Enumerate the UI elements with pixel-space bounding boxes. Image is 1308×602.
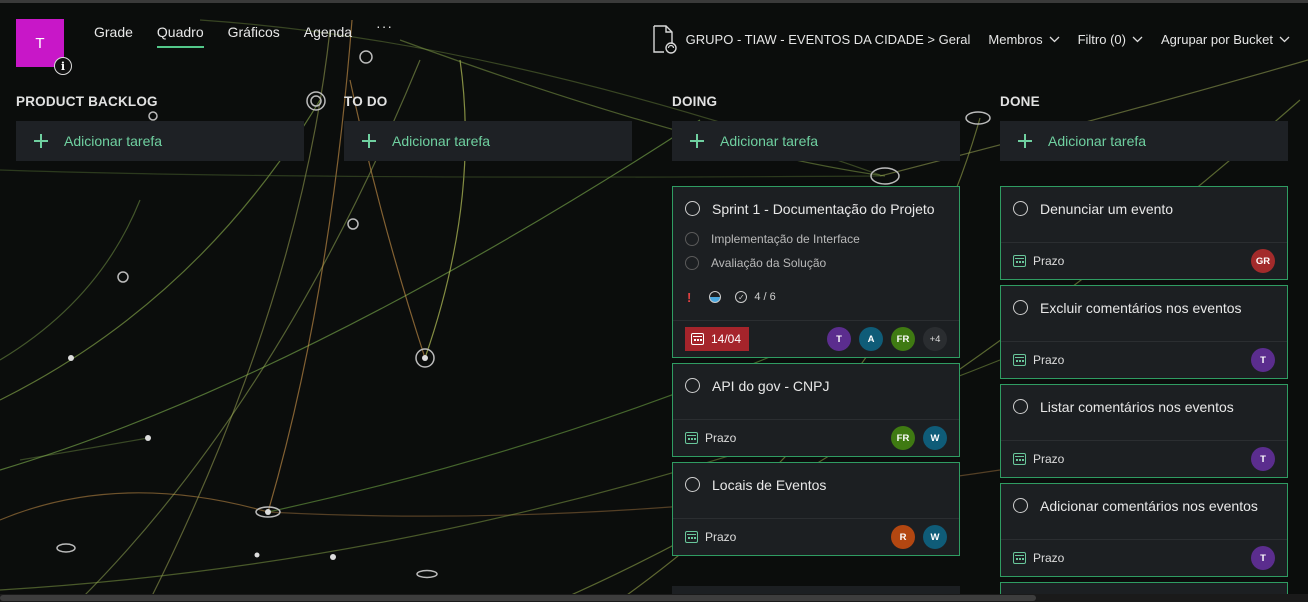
complete-task-checkbox[interactable] [685, 378, 700, 393]
complete-task-checkbox[interactable] [685, 201, 700, 216]
due-label[interactable]: Prazo [705, 431, 736, 445]
chevron-down-icon [1049, 36, 1060, 43]
plus-icon [690, 134, 704, 148]
add-task-button-done[interactable]: Adicionar tarefa [1000, 121, 1288, 161]
scrollbar-thumb[interactable] [0, 595, 1036, 601]
task-card[interactable]: Locais de Eventos Prazo R W [672, 462, 960, 556]
complete-task-checkbox[interactable] [685, 477, 700, 492]
filter-dropdown[interactable]: Filtro (0) [1078, 32, 1143, 47]
task-title: API do gov - CNPJ [712, 378, 830, 394]
task-title: Listar comentários nos eventos [1040, 399, 1234, 415]
bucket-title-doing[interactable]: DOING [672, 94, 717, 109]
task-card[interactable]: Excluir comentários nos eventos Prazo T [1000, 285, 1288, 379]
group-by-dropdown[interactable]: Agrupar por Bucket [1161, 32, 1290, 47]
task-title: Adicionar comentários nos eventos [1040, 498, 1258, 514]
checklist-item: Avaliação da Solução [711, 256, 827, 270]
plan-avatar-initial: T [35, 34, 45, 52]
chevron-down-icon [1279, 36, 1290, 43]
assignee-avatar[interactable]: T [827, 327, 851, 351]
due-label[interactable]: Prazo [705, 530, 736, 544]
tab-agenda[interactable]: Agenda [304, 24, 352, 48]
due-label[interactable]: Prazo [1033, 551, 1064, 565]
calendar-icon [1013, 354, 1026, 366]
calendar-icon [1013, 453, 1026, 465]
plus-icon [362, 134, 376, 148]
add-task-label: Adicionar tarefa [64, 133, 163, 149]
assignee-avatar[interactable]: FR [891, 426, 915, 450]
assignee-avatar[interactable]: T [1251, 447, 1275, 471]
assignee-avatar[interactable]: GR [1251, 249, 1275, 273]
task-title: Excluir comentários nos eventos [1040, 300, 1242, 316]
members-dropdown[interactable]: Membros [988, 31, 1060, 47]
add-task-label: Adicionar tarefa [720, 133, 819, 149]
group-document-icon [652, 25, 677, 54]
task-card[interactable]: Denunciar um evento Prazo GR [1000, 186, 1288, 280]
task-title: Locais de Eventos [712, 477, 827, 493]
checklist-item-checkbox[interactable] [685, 256, 699, 270]
checklist-item-checkbox[interactable] [685, 232, 699, 246]
assignee-avatar[interactable]: T [1251, 348, 1275, 372]
plus-icon [1018, 134, 1032, 148]
task-card[interactable]: API do gov - CNPJ Prazo FR W [672, 363, 960, 457]
tab-graficos[interactable]: Gráficos [228, 24, 280, 48]
group-by-label: Agrupar por Bucket [1160, 31, 1273, 47]
tab-quadro[interactable]: Quadro [156, 24, 204, 48]
due-label[interactable]: Prazo [1033, 452, 1064, 466]
window-top-border [0, 0, 1308, 3]
assignee-avatar[interactable]: W [923, 426, 947, 450]
tab-grade[interactable]: Grade [94, 24, 133, 48]
calendar-icon [685, 432, 698, 444]
horizontal-scrollbar[interactable] [0, 594, 1308, 602]
add-task-button-backlog[interactable]: Adicionar tarefa [16, 121, 304, 161]
view-tabs: Grade Quadro Gráficos Agenda ··· [94, 18, 393, 48]
add-task-label: Adicionar tarefa [1048, 133, 1147, 149]
bucket-title-done[interactable]: DONE [1000, 94, 1040, 109]
due-label[interactable]: Prazo [1033, 254, 1064, 268]
task-card[interactable]: Listar comentários nos eventos Prazo T [1000, 384, 1288, 478]
bucket-title-todo[interactable]: TO DO [344, 94, 388, 109]
calendar-icon [685, 531, 698, 543]
more-options-icon[interactable]: ··· [376, 18, 393, 48]
priority-important-icon: ! [687, 289, 692, 305]
complete-task-checkbox[interactable] [1013, 300, 1028, 315]
chevron-down-icon [1132, 36, 1143, 43]
calendar-icon [1013, 552, 1026, 564]
assignee-avatar[interactable]: T [1251, 546, 1275, 570]
add-task-button-doing[interactable]: Adicionar tarefa [672, 121, 960, 161]
due-label[interactable]: Prazo [1033, 353, 1064, 367]
task-card[interactable]: Sprint 1 - Documentação do Projeto Imple… [672, 186, 960, 358]
calendar-icon [1013, 255, 1026, 267]
complete-task-checkbox[interactable] [1013, 498, 1028, 513]
task-card[interactable]: Adicionar comentários nos eventos Prazo … [1000, 483, 1288, 577]
task-title: Denunciar um evento [1040, 201, 1174, 217]
assignee-avatar[interactable]: A [859, 327, 883, 351]
breadcrumb[interactable]: GRUPO - TIAW - EVENTOS DA CIDADE > Geral [686, 32, 971, 47]
assignee-avatar[interactable]: R [891, 525, 915, 549]
due-date-badge[interactable]: 14/04 [685, 327, 750, 351]
checklist-check-icon: ✓ [735, 291, 748, 303]
filter-label: Filtro (0) [1077, 31, 1126, 47]
complete-task-checkbox[interactable] [1013, 201, 1028, 216]
complete-task-checkbox[interactable] [1013, 399, 1028, 414]
assignee-avatar[interactable]: W [923, 525, 947, 549]
add-task-button-todo[interactable]: Adicionar tarefa [344, 121, 632, 161]
calendar-icon [691, 333, 704, 345]
checklist-progress: 4 / 6 [754, 291, 776, 303]
info-icon[interactable]: i [54, 57, 72, 75]
members-label: Membros [988, 31, 1043, 47]
plus-icon [34, 134, 48, 148]
task-title: Sprint 1 - Documentação do Projeto [712, 201, 935, 217]
header-actions: GRUPO - TIAW - EVENTOS DA CIDADE > Geral… [650, 24, 1290, 54]
bucket-title-backlog[interactable]: PRODUCT BACKLOG [16, 94, 158, 109]
due-date: 14/04 [711, 332, 742, 346]
more-assignees-badge[interactable]: +4 [923, 327, 947, 351]
progress-in-progress-icon [709, 291, 722, 303]
add-task-label: Adicionar tarefa [392, 133, 491, 149]
assignee-avatar[interactable]: FR [891, 327, 915, 351]
checklist-item: Implementação de Interface [711, 232, 860, 246]
